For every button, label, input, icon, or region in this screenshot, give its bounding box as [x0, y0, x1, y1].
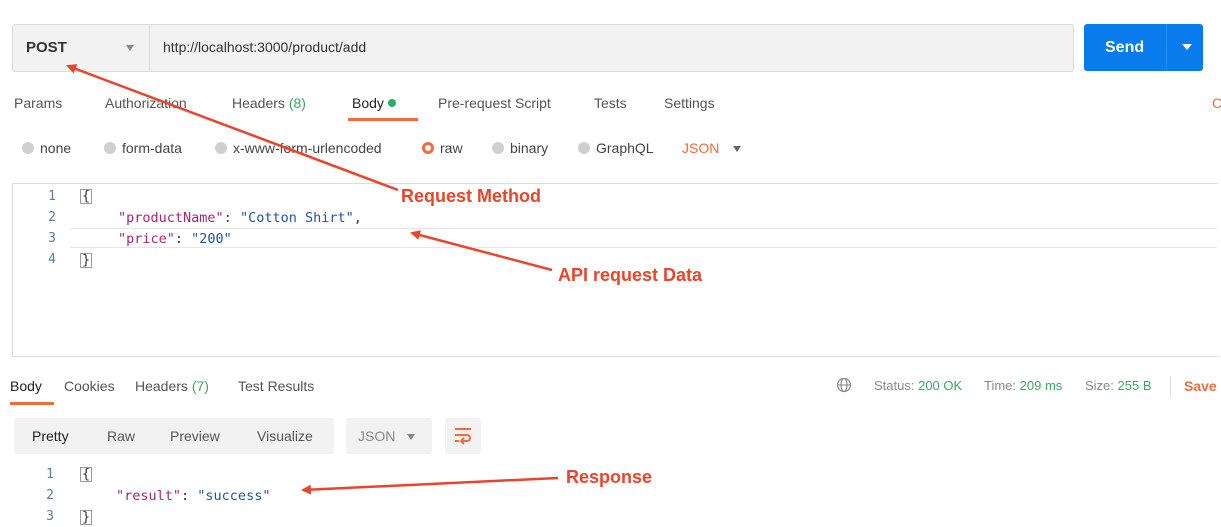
annotation-api-request-data: API request Data [558, 265, 703, 285]
arrow-response [301, 476, 559, 495]
arrow-request-method [66, 64, 399, 192]
annotation-response: Response [566, 467, 653, 487]
annotation-arrows [66, 64, 559, 495]
arrow-api-request-data [410, 230, 553, 272]
annotation-request-method: Request Method [401, 186, 542, 206]
